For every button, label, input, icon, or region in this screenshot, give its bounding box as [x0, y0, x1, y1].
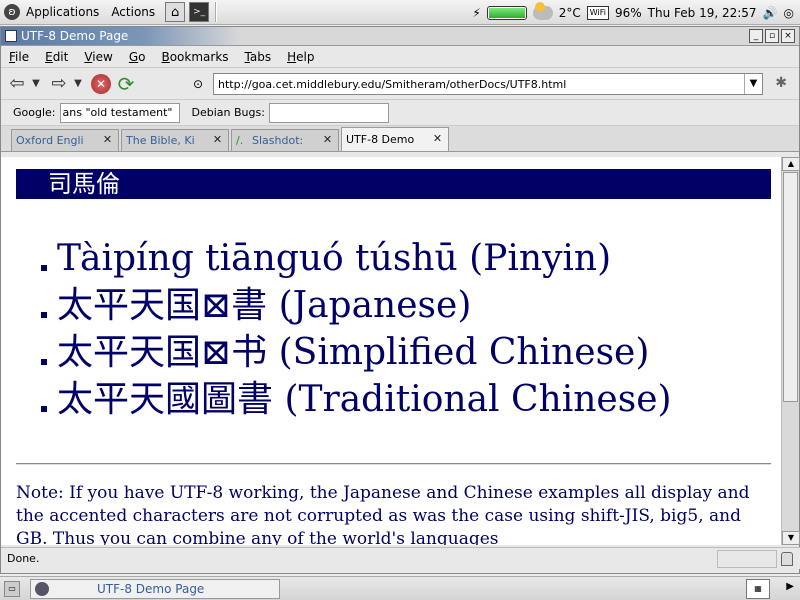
back-arrow-icon[interactable]: ⇦ — [5, 72, 29, 96]
firefox-icon — [35, 581, 49, 596]
title-simplified-chinese: 太平天国⊠书 (Simplified Chinese) — [57, 332, 650, 373]
menu-bar: File Edit View Go Bookmarks Tabs Help — [1, 46, 799, 68]
title-traditional-chinese: 太平天國圖書 (Traditional Chinese) — [57, 379, 672, 420]
back-history-dropdown-icon[interactable]: ▼ — [29, 72, 43, 96]
tab-the-bible[interactable]: The Bible, Ki ✕ — [121, 129, 229, 151]
temperature[interactable]: 2°C — [559, 6, 581, 20]
scrollbar-thumb[interactable] — [783, 172, 798, 402]
minimize-button[interactable]: _ — [749, 29, 763, 43]
menu-bookmarks[interactable]: Bookmarks — [153, 46, 236, 68]
stop-icon[interactable]: ✕ — [91, 73, 111, 94]
volume-icon[interactable]: 🔊 — [763, 6, 778, 20]
scroll-down-arrow-icon[interactable]: ▼ — [782, 531, 800, 545]
wifi-icon[interactable]: WiFi — [586, 5, 609, 20]
page-content[interactable]: 司馬倫 Tàipíng tiānguó túshū (Pinyin) 太平天国⊠… — [1, 157, 781, 545]
google-search-label: Google: — [13, 106, 56, 119]
tab-close-icon[interactable]: ✕ — [321, 134, 334, 147]
navigation-toolbar: ⇦ ▼ ⇨ ▼ ✕ ⟳ ⊙ http://goa.cet.middlebury.… — [1, 68, 799, 100]
workspace-switcher[interactable]: ▦ — [746, 579, 770, 599]
status-bar: Done. — [1, 547, 800, 569]
window-menu-icon[interactable] — [5, 30, 17, 42]
title-list: Tàipíng tiānguó túshū (Pinyin) 太平天国⊠書 (J… — [41, 235, 672, 423]
menu-view[interactable]: View — [76, 46, 120, 68]
slashdot-favicon-icon: /. — [236, 133, 244, 147]
menu-go[interactable]: Go — [121, 46, 154, 68]
system-tray: ⚡ 2°C WiFi 96% Thu Feb 19, 22:57 🔊 ◎ — [472, 0, 800, 25]
list-item: 太平天國圖書 (Traditional Chinese) — [41, 376, 672, 423]
clock[interactable]: Thu Feb 19, 22:57 — [648, 6, 757, 20]
url-history-dropdown-icon[interactable]: ▼ — [744, 74, 762, 94]
bullet-icon — [41, 358, 47, 365]
list-item: Tàipíng tiānguó túshū (Pinyin) — [41, 235, 672, 282]
applications-menu[interactable]: Applications — [20, 0, 105, 25]
status-pane — [717, 549, 777, 568]
network-icon[interactable]: ◎ — [784, 6, 794, 20]
battery-fill — [488, 7, 526, 18]
tab-label: Oxford Engli — [16, 134, 84, 147]
menu-edit[interactable]: Edit — [37, 46, 76, 68]
tab-close-icon[interactable]: ✕ — [211, 134, 224, 147]
panel-arrow-icon[interactable]: ▶ — [786, 581, 794, 592]
bullet-icon — [41, 311, 47, 318]
debian-bugs-input[interactable] — [268, 102, 389, 123]
tab-label: The Bible, Ki — [126, 134, 195, 147]
power-plug-icon[interactable]: ⚡ — [472, 6, 480, 20]
reload-icon[interactable]: ⟳ — [115, 73, 137, 95]
bullet-icon — [41, 405, 47, 412]
bullet-icon — [41, 264, 47, 271]
debian-bugs-label: Debian Bugs: — [191, 106, 265, 119]
window-titlebar[interactable]: UTF-8 Demo Page _ ▫ × — [1, 27, 799, 46]
actions-menu[interactable]: Actions — [105, 0, 161, 25]
menu-help[interactable]: Help — [279, 46, 322, 68]
weather-icon[interactable] — [532, 1, 553, 20]
window-controls: _ ▫ × — [747, 29, 795, 43]
gnome-foot-icon[interactable]: ʚ — [4, 4, 20, 20]
throbber-icon: ✱ — [775, 75, 787, 91]
menu-file[interactable]: File — [1, 46, 37, 68]
forward-arrow-icon[interactable]: ⇨ — [47, 72, 71, 96]
show-desktop-icon[interactable]: ▭ — [4, 581, 20, 597]
tab-utf8-demo[interactable]: UTF-8 Demo ✕ — [341, 127, 449, 151]
list-item: 太平天国⊠書 (Japanese) — [41, 282, 672, 329]
list-item: 太平天国⊠书 (Simplified Chinese) — [41, 329, 672, 376]
battery-percent: 96% — [614, 5, 642, 20]
tab-label: UTF-8 Demo — [346, 133, 415, 146]
taskbar-button-utf8-demo[interactable]: UTF-8 Demo Page — [30, 578, 280, 599]
desktop: ʚ Applications Actions ⌂ >_ ⚡ 2°C WiFi 9… — [0, 0, 800, 600]
name-banner: 司馬倫 — [16, 169, 771, 199]
google-search-input[interactable]: ans "old testament" — [59, 102, 180, 123]
search-toolbar: Google: ans "old testament" Debian Bugs: — [1, 100, 799, 126]
tab-close-icon[interactable]: ✕ — [101, 134, 114, 147]
site-identity-icon[interactable]: ⊙ — [193, 77, 203, 91]
tab-bar: Oxford Engli ✕ The Bible, Ki ✕ /. Slashd… — [1, 126, 799, 152]
battery-icon[interactable] — [486, 5, 527, 20]
close-button[interactable]: × — [781, 29, 795, 43]
status-text: Done. — [7, 552, 40, 565]
security-lock-icon[interactable] — [781, 551, 793, 566]
url-input[interactable]: http://goa.cet.middlebury.edu/Smitheram/… — [214, 78, 744, 91]
title-japanese: 太平天国⊠書 (Japanese) — [57, 285, 472, 326]
window-title: UTF-8 Demo Page — [21, 29, 129, 43]
maximize-button[interactable]: ▫ — [765, 29, 779, 43]
vertical-scrollbar[interactable]: ▲ ▼ — [781, 157, 800, 545]
browser-window: UTF-8 Demo Page _ ▫ × File Edit View Go … — [0, 26, 800, 574]
tab-close-icon[interactable]: ✕ — [431, 133, 444, 146]
home-folder-icon[interactable]: ⌂ — [165, 2, 186, 22]
tab-label: Slashdot: — [252, 134, 304, 147]
panel-separator — [215, 2, 218, 22]
terminal-icon[interactable]: >_ — [189, 2, 210, 22]
menu-tabs[interactable]: Tabs — [237, 46, 280, 68]
note-paragraph: Note: If you have UTF-8 working, the Jap… — [16, 483, 750, 545]
taskbar-label: UTF-8 Demo Page — [97, 581, 205, 596]
tab-oxford-english[interactable]: Oxford Engli ✕ — [11, 129, 119, 151]
horizontal-rule — [16, 463, 771, 465]
forward-history-dropdown-icon[interactable]: ▼ — [71, 72, 85, 96]
scroll-up-arrow-icon[interactable]: ▲ — [782, 157, 800, 171]
url-bar[interactable]: http://goa.cet.middlebury.edu/Smitheram/… — [213, 73, 763, 95]
tab-slashdot[interactable]: /. Slashdot: ✕ — [231, 129, 339, 151]
top-panel: ʚ Applications Actions ⌂ >_ ⚡ 2°C WiFi 9… — [0, 0, 800, 25]
bottom-panel: ▭ UTF-8 Demo Page ▦ ▶ — [0, 576, 800, 600]
title-pinyin: Tàipíng tiānguó túshū (Pinyin) — [57, 238, 612, 279]
